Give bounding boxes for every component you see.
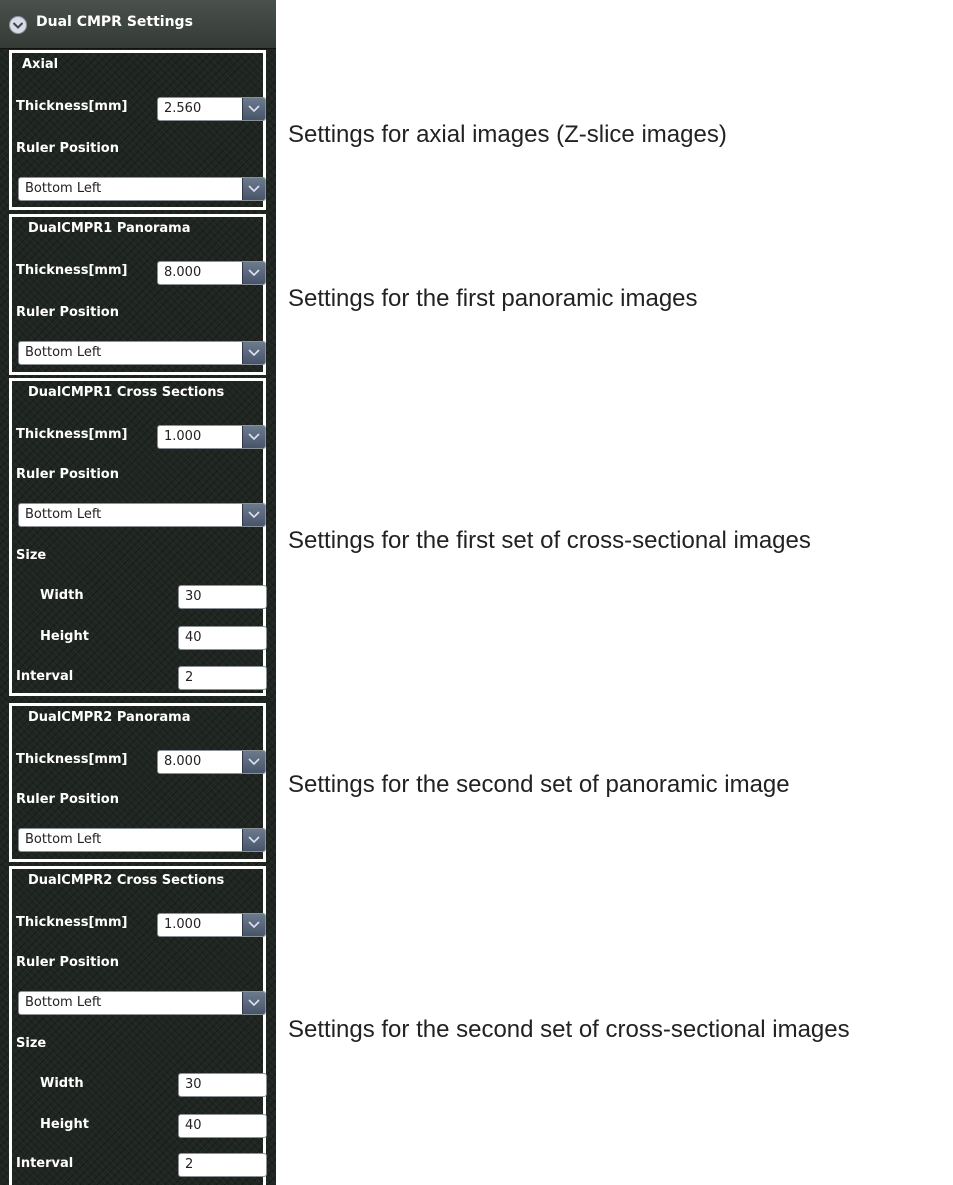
width-input[interactable]: 30 [178,1073,267,1097]
ruler-position-dropdown[interactable]: Bottom Left [18,177,266,201]
interval-label: Interval [16,1156,74,1171]
height-input[interactable]: 40 [178,626,267,650]
width-label: Width [40,588,84,603]
height-input[interactable]: 40 [178,1114,267,1138]
height-value: 40 [185,1118,202,1133]
size-label: Size [16,1036,47,1051]
dualcmpr1-panorama-section: DualCMPR1 Panorama Thickness[mm] 8.000 R… [9,214,266,375]
ruler-position-value: Bottom Left [25,832,102,847]
ruler-position-dropdown[interactable]: Bottom Left [18,341,266,365]
section-title: DualCMPR2 Panorama [28,710,191,725]
thickness-value: 1.000 [164,429,202,444]
panel-title: Dual CMPR Settings [36,14,193,30]
dualcmpr2-panorama-section: DualCMPR2 Panorama Thickness[mm] 8.000 R… [9,703,266,862]
height-label: Height [40,629,89,644]
interval-input[interactable]: 2 [178,666,267,690]
chevron-down-icon[interactable] [242,914,265,936]
thickness-dropdown[interactable]: 8.000 [157,261,266,285]
ruler-position-label: Ruler Position [16,955,119,970]
ruler-position-value: Bottom Left [25,181,102,196]
ruler-position-label: Ruler Position [16,792,119,807]
interval-input[interactable]: 2 [178,1153,267,1177]
thickness-dropdown[interactable]: 2.560 [157,97,266,121]
thickness-label: Thickness[mm] [16,427,128,442]
width-value: 30 [185,589,202,604]
thickness-dropdown[interactable]: 1.000 [157,425,266,449]
width-value: 30 [185,1077,202,1092]
thickness-label: Thickness[mm] [16,263,128,278]
interval-label: Interval [16,669,74,684]
section-title: DualCMPR1 Cross Sections [28,385,225,400]
thickness-value: 8.000 [164,265,202,280]
thickness-label: Thickness[mm] [16,915,128,930]
chevron-down-icon[interactable] [242,426,265,448]
chevron-down-icon[interactable] [242,829,265,851]
chevron-down-icon[interactable] [242,262,265,284]
axial-settings-section: Axial Thickness[mm] 2.560 Ruler Position… [9,50,266,210]
ruler-position-value: Bottom Left [25,995,102,1010]
chevron-down-icon[interactable] [242,751,265,773]
chevron-down-circle-icon[interactable] [8,15,28,35]
height-value: 40 [185,630,202,645]
ruler-position-label: Ruler Position [16,467,119,482]
caption-axial: Settings for axial images (Z-slice image… [288,121,727,148]
section-title: DualCMPR2 Cross Sections [28,873,225,888]
chevron-down-icon[interactable] [242,98,265,120]
width-input[interactable]: 30 [178,585,267,609]
ruler-position-label: Ruler Position [16,141,119,156]
thickness-value: 2.560 [164,101,202,116]
thickness-dropdown[interactable]: 1.000 [157,913,266,937]
caption-cross-sections-2: Settings for the second set of cross-sec… [288,1016,850,1043]
ruler-position-dropdown[interactable]: Bottom Left [18,503,266,527]
dualcmpr2-cross-sections-section: DualCMPR2 Cross Sections Thickness[mm] 1… [9,866,267,1185]
interval-value: 2 [185,1157,194,1172]
settings-panel: Dual CMPR Settings Axial Thickness[mm] 2… [0,0,276,1185]
section-title: DualCMPR1 Panorama [28,221,191,236]
ruler-position-dropdown[interactable]: Bottom Left [18,828,266,852]
chevron-down-icon[interactable] [242,504,265,526]
chevron-down-icon[interactable] [242,178,265,200]
panel-header[interactable]: Dual CMPR Settings [0,0,276,49]
chevron-down-icon[interactable] [242,992,265,1014]
caption-panorama-2: Settings for the second set of panoramic… [288,771,790,798]
size-label: Size [16,548,47,563]
ruler-position-dropdown[interactable]: Bottom Left [18,991,266,1015]
interval-value: 2 [185,670,194,685]
thickness-dropdown[interactable]: 8.000 [157,750,266,774]
caption-panorama-1: Settings for the first panoramic images [288,285,698,312]
ruler-position-value: Bottom Left [25,345,102,360]
section-title: Axial [22,57,59,72]
ruler-position-value: Bottom Left [25,507,102,522]
thickness-value: 8.000 [164,754,202,769]
thickness-value: 1.000 [164,917,202,932]
thickness-label: Thickness[mm] [16,99,128,114]
thickness-label: Thickness[mm] [16,752,128,767]
ruler-position-label: Ruler Position [16,305,119,320]
dualcmpr1-cross-sections-section: DualCMPR1 Cross Sections Thickness[mm] 1… [9,378,267,696]
width-label: Width [40,1076,84,1091]
height-label: Height [40,1117,89,1132]
caption-cross-sections-1: Settings for the first set of cross-sect… [288,527,811,554]
chevron-down-icon[interactable] [242,342,265,364]
